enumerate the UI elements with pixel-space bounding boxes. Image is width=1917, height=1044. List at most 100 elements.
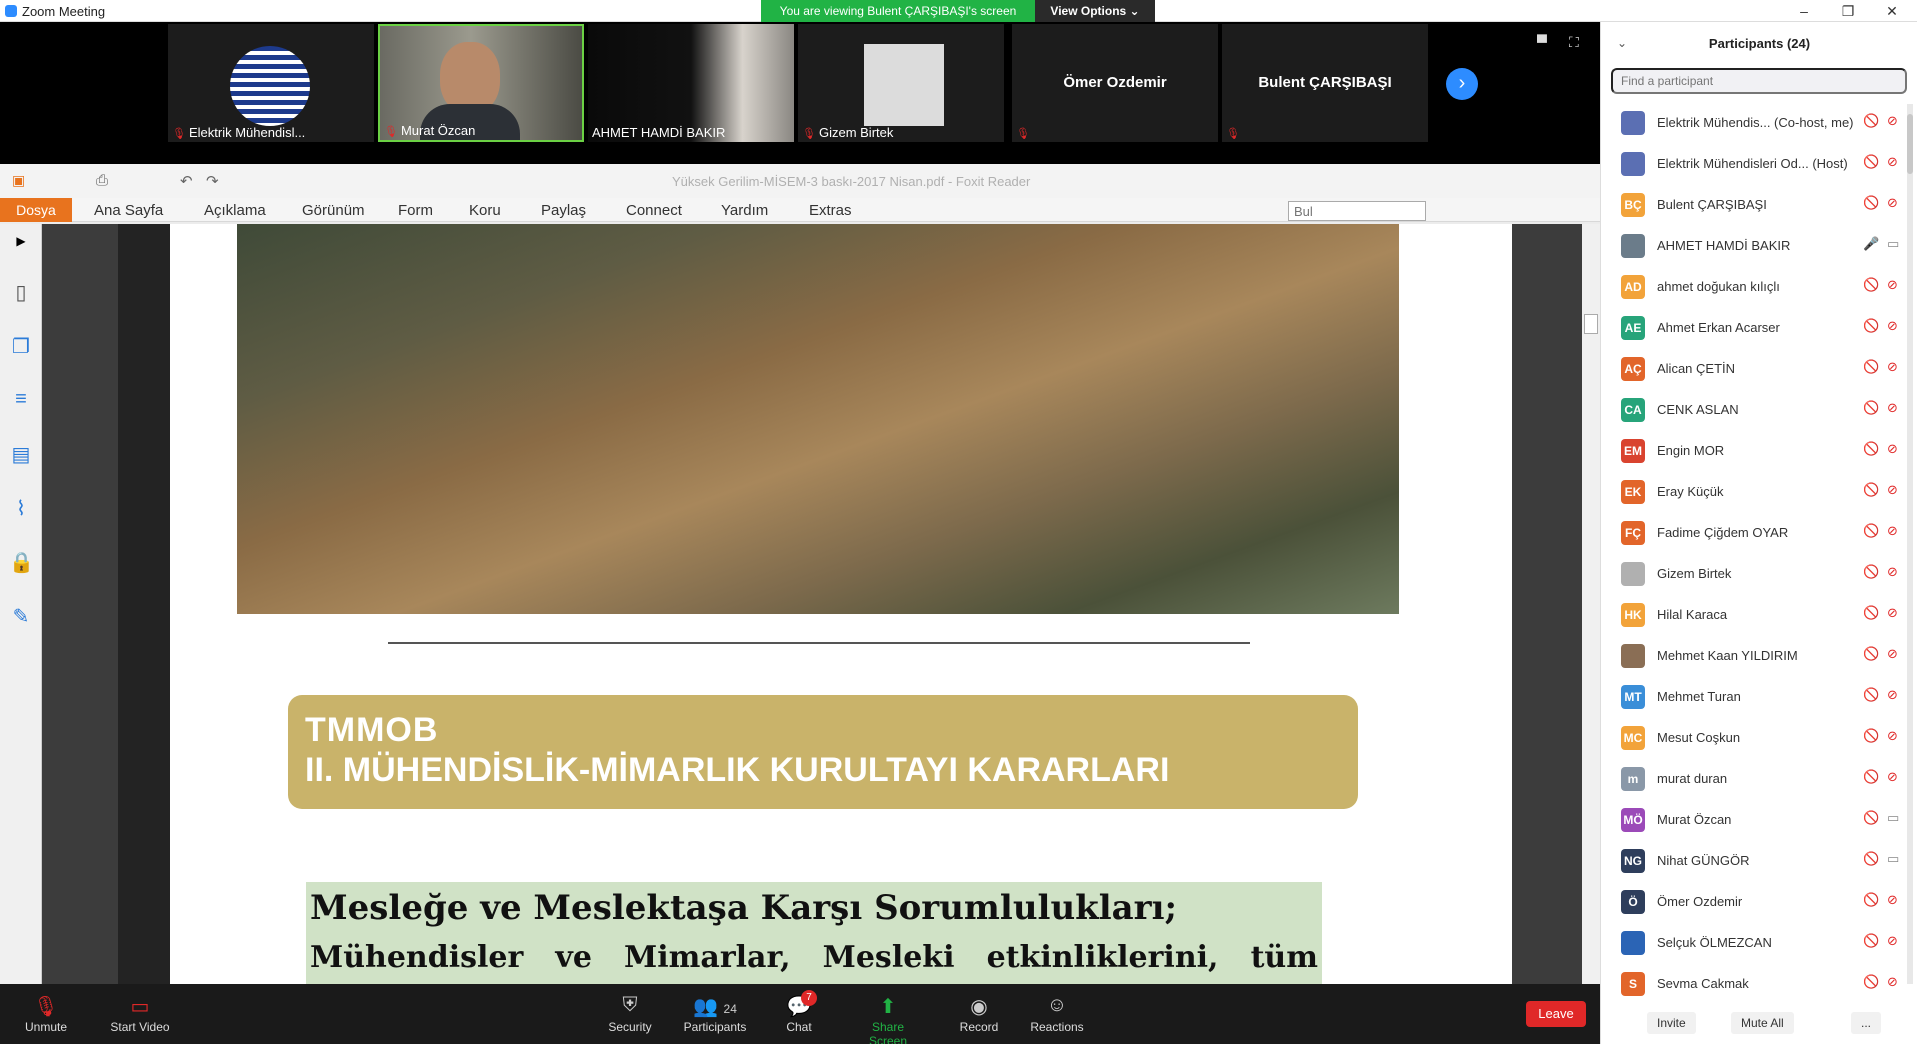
share-screen-button[interactable]: ⬆ Share Screen [852,994,924,1044]
video-off-icon[interactable]: ⊘ [1887,646,1898,662]
participant-row[interactable]: CA CENK ASLAN 🚫 ⊘ [1601,389,1917,430]
video-off-icon[interactable]: ⊘ [1887,892,1898,908]
reactions-button[interactable]: ☺ Reactions [1030,994,1084,1034]
comments-icon[interactable]: ▤ [9,442,33,466]
participant-row[interactable]: Elektrik Mühendisleri Od... (Host) 🚫 ⊘ [1601,143,1917,184]
mic-muted-icon[interactable]: 🚫 [1863,646,1879,662]
menu-aciklama[interactable]: Açıklama [204,202,266,219]
mic-muted-icon[interactable]: 🚫 [1863,564,1879,580]
attachment-icon[interactable]: ⌇ [9,496,33,520]
video-off-icon[interactable]: ⊘ [1887,605,1898,621]
participant-row[interactable]: Gizem Birtek 🚫 ⊘ [1601,553,1917,594]
participant-row[interactable]: AE Ahmet Erkan Acarser 🚫 ⊘ [1601,307,1917,348]
mic-muted-icon[interactable]: 🚫 [1863,318,1879,334]
security-button[interactable]: ⛨ Security [604,994,656,1034]
mic-muted-icon[interactable]: 🚫 [1863,523,1879,539]
mic-muted-icon[interactable]: 🚫 [1863,400,1879,416]
restore-button[interactable]: ❐ [1826,0,1870,22]
participant-row[interactable]: Ö Ömer Ozdemir 🚫 ⊘ [1601,881,1917,922]
menu-form[interactable]: Form [398,202,433,219]
start-video-button[interactable]: ▭ Start Video [106,994,174,1034]
undo-icon[interactable]: ↶ [180,172,193,190]
menu-yardim[interactable]: Yardım [721,202,768,219]
menu-dosya[interactable]: Dosya [0,198,72,222]
signature-icon[interactable]: ✎ [9,604,33,628]
panel-scrollbar-thumb[interactable] [1907,114,1913,174]
gallery-next-button[interactable]: › [1446,68,1478,100]
video-off-icon[interactable]: ⊘ [1887,400,1898,416]
invite-button[interactable]: Invite [1647,1012,1696,1034]
mic-muted-icon[interactable]: 🚫 [1863,892,1879,908]
more-button[interactable]: ... [1851,1012,1882,1034]
participant-row[interactable]: AÇ Alican ÇETİN 🚫 ⊘ [1601,348,1917,389]
video-tile-active-speaker[interactable]: 🎙 Murat Özcan [378,24,584,142]
video-off-icon[interactable]: ⊘ [1887,359,1898,375]
video-off-icon[interactable]: ⊘ [1887,482,1898,498]
menu-koru[interactable]: Koru [469,202,501,219]
video-off-icon[interactable]: ⊘ [1887,441,1898,457]
video-tile[interactable]: 🎙 Elektrik Mühendisl... [168,24,374,142]
unmute-button[interactable]: 🎙 Unmute [22,994,70,1034]
participant-row[interactable]: MT Mehmet Turan 🚫 ⊘ [1601,676,1917,717]
menu-gorunum[interactable]: Görünüm [302,202,365,219]
panel-scrollbar[interactable] [1907,104,1913,984]
video-icon[interactable]: ▭ [1887,851,1899,867]
leave-button[interactable]: Leave [1526,1001,1586,1027]
video-off-icon[interactable]: ⊘ [1887,523,1898,539]
participant-row[interactable]: MÖ Murat Özcan 🚫 ▭ [1601,799,1917,840]
find-participant-input[interactable] [1611,68,1907,94]
participant-row[interactable]: S Sevma Cakmak 🚫 ⊘ [1601,963,1917,1002]
close-button[interactable]: ✕ [1870,0,1914,22]
video-tile[interactable]: AHMET HAMDİ BAKIR [588,24,794,142]
mic-muted-icon[interactable]: 🚫 [1863,974,1879,990]
participant-row[interactable]: AHMET HAMDİ BAKIR 🎤 ▭ [1601,225,1917,266]
video-tile[interactable]: Bulent ÇARŞIBAŞI 🎙 [1222,24,1428,142]
record-button[interactable]: ◉ Record [958,994,1000,1034]
mic-muted-icon[interactable]: 🚫 [1863,195,1879,211]
mic-muted-icon[interactable]: 🚫 [1863,728,1879,744]
video-off-icon[interactable]: ⊘ [1887,195,1898,211]
gallery-view-icon[interactable]: ▀ [1537,34,1547,50]
mic-muted-icon[interactable]: 🚫 [1863,769,1879,785]
fullscreen-icon[interactable]: ⛶ [1569,34,1579,51]
mic-muted-icon[interactable]: 🚫 [1863,810,1879,826]
page-icon[interactable]: ▯ [9,280,33,304]
print-icon[interactable]: ⎙ [96,172,108,189]
participant-row[interactable]: Selçuk ÖLMEZCAN 🚫 ⊘ [1601,922,1917,963]
pages-icon[interactable]: ❐ [9,334,33,358]
participant-row[interactable]: EK Eray Küçük 🚫 ⊘ [1601,471,1917,512]
view-options-button[interactable]: View Options ⌄ [1035,0,1155,22]
lock-icon[interactable]: 🔒 [9,550,34,574]
mic-muted-icon[interactable]: 🚫 [1863,687,1879,703]
video-off-icon[interactable]: ⊘ [1887,318,1898,334]
menu-ana-sayfa[interactable]: Ana Sayfa [94,202,163,219]
video-tile[interactable]: 🎙 Gizem Birtek [798,24,1004,142]
mic-muted-icon[interactable]: 🚫 [1863,933,1879,949]
video-off-icon[interactable]: ⊘ [1887,769,1898,785]
video-icon[interactable]: ▭ [1887,810,1899,826]
participant-row[interactable]: BÇ Bulent ÇARŞIBAŞI 🚫 ⊘ [1601,184,1917,225]
menu-paylas[interactable]: Paylaş [541,202,586,219]
participant-row[interactable]: HK Hilal Karaca 🚫 ⊘ [1601,594,1917,635]
menu-connect[interactable]: Connect [626,202,682,219]
participant-row[interactable]: Mehmet Kaan YILDIRIM 🚫 ⊘ [1601,635,1917,676]
video-off-icon[interactable]: ⊘ [1887,113,1898,129]
video-off-icon[interactable]: ⊘ [1887,154,1898,170]
minimize-button[interactable]: – [1782,0,1826,22]
mic-muted-icon[interactable]: 🚫 [1863,605,1879,621]
mic-icon[interactable]: 🎤 [1863,236,1879,252]
participant-row[interactable]: AD ahmet doğukan kılıçlı 🚫 ⊘ [1601,266,1917,307]
video-tile[interactable]: Ömer Ozdemir 🎙 [1012,24,1218,142]
expand-panel-icon[interactable]: ▶ [9,234,33,258]
redo-icon[interactable]: ↷ [206,172,219,190]
participants-button[interactable]: 👥 24 Participants [682,994,748,1034]
video-off-icon[interactable]: ⊘ [1887,687,1898,703]
menu-extras[interactable]: Extras [809,202,852,219]
mic-muted-icon[interactable]: 🚫 [1863,482,1879,498]
participant-row[interactable]: FÇ Fadime Çiğdem OYAR 🚫 ⊘ [1601,512,1917,553]
video-off-icon[interactable]: ⊘ [1887,933,1898,949]
mic-muted-icon[interactable]: 🚫 [1863,277,1879,293]
participant-row[interactable]: m murat duran 🚫 ⊘ [1601,758,1917,799]
mute-all-button[interactable]: Mute All [1731,1012,1794,1034]
video-off-icon[interactable]: ⊘ [1887,277,1898,293]
